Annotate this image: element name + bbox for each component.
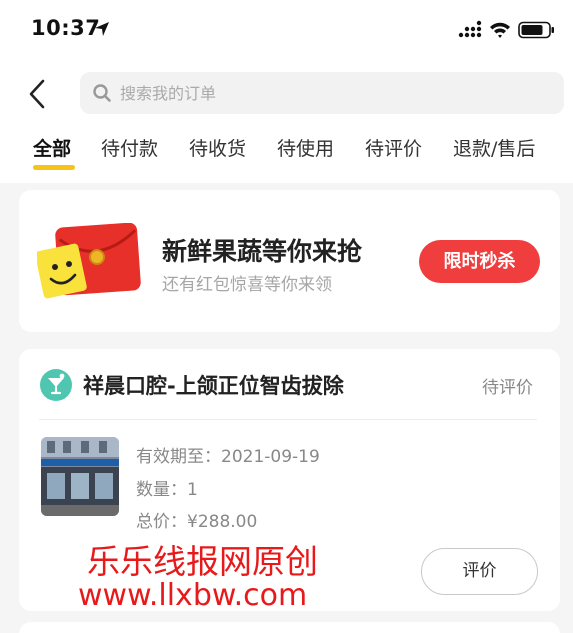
next-order-card[interactable] [19, 622, 560, 633]
red-envelope-smiley-icon [37, 223, 141, 299]
watermark-url: www.llxbw.com [78, 578, 308, 613]
promo-banner[interactable]: 新鲜果蔬等你来抢 还有红包惊喜等你来领 限时秒杀 [19, 190, 560, 332]
search-icon [93, 84, 111, 102]
location-arrow-icon [95, 22, 109, 36]
valid-until-label: 有效期至： [136, 447, 221, 467]
promo-title: 新鲜果蔬等你来抢 [162, 237, 363, 266]
store-name[interactable]: 祥晨口腔-上颌正位智齿拔除 [83, 370, 344, 400]
order-status: 待评价 [482, 378, 533, 398]
order-tabs: 全部 待付款 待收货 待使用 待评价 退款/售后 [0, 134, 573, 174]
watermark-text: 乐乐线报网原创 [87, 542, 318, 581]
cocktail-glass-icon [40, 369, 72, 401]
search-bar[interactable] [80, 72, 564, 114]
total-label: 总价： [136, 512, 187, 532]
quantity-value: 1 [187, 480, 198, 500]
quantity-row: 数量：1 [136, 475, 198, 500]
tab-pending-payment[interactable]: 待付款 [101, 134, 158, 161]
cellular-signal-icon [458, 20, 482, 38]
back-arrow-icon[interactable] [26, 78, 50, 110]
search-input[interactable] [120, 72, 550, 114]
tab-all[interactable]: 全部 [33, 134, 71, 161]
valid-until-row: 有效期至：2021-09-19 [136, 442, 320, 467]
wifi-icon [490, 22, 510, 38]
tab-pending-review[interactable]: 待评价 [365, 134, 422, 161]
divider [39, 419, 537, 420]
tab-refund-aftersale[interactable]: 退款/售后 [453, 134, 535, 161]
status-bar: 10:37 [0, 0, 573, 60]
promo-subtitle: 还有红包惊喜等你来领 [162, 275, 332, 295]
valid-until-value: 2021-09-19 [221, 447, 320, 467]
tab-pending-use[interactable]: 待使用 [277, 134, 334, 161]
battery-icon [518, 21, 554, 39]
review-button[interactable]: 评价 [421, 548, 538, 595]
total-value: ¥288.00 [187, 512, 258, 532]
active-tab-indicator [33, 165, 75, 170]
tab-pending-receipt[interactable]: 待收货 [189, 134, 246, 161]
quantity-label: 数量： [136, 480, 187, 500]
total-row: 总价：¥288.00 [136, 507, 257, 532]
flash-sale-button[interactable]: 限时秒杀 [419, 240, 540, 283]
store-photo-thumbnail[interactable] [41, 437, 119, 516]
status-time: 10:37 [31, 16, 101, 40]
